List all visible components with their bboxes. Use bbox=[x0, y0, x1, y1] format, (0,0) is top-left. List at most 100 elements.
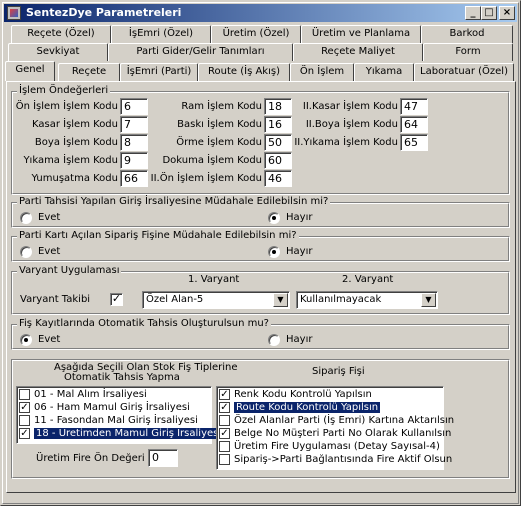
parti-tahsisi-evet-radio[interactable] bbox=[20, 212, 32, 224]
yumusatma-kodu-label: Yumuşatma Kodu bbox=[31, 173, 118, 184]
minimize-button[interactable]: _ bbox=[465, 6, 481, 20]
siparis-fisi-item-checkbox[interactable]: ✓ bbox=[219, 389, 230, 400]
tab-on-islem[interactable]: Ön İşlem bbox=[290, 63, 354, 81]
tab-genel[interactable]: Genel bbox=[5, 61, 55, 81]
tab-recete-maliyet[interactable]: Reçete Maliyet bbox=[293, 43, 423, 61]
siparis-fisi-item-checkbox[interactable] bbox=[219, 441, 230, 452]
tab-sevkiyat[interactable]: Sevkiyat bbox=[8, 43, 108, 61]
genel-panel: İşlem Öndeğerleri Ön İşlem İşlem Kodu 6 … bbox=[6, 81, 516, 493]
tab-route[interactable]: Route (İş Akış) bbox=[198, 63, 290, 81]
siparis-fisi-item-checkbox[interactable] bbox=[219, 454, 230, 465]
dokuma-kodu-label: Dokuma İşlem Kodu bbox=[162, 155, 262, 166]
ii-on-islem-kodu-field[interactable]: 46 bbox=[264, 170, 292, 187]
tab-parti-gider[interactable]: Parti Gider/Gelir Tanımları bbox=[108, 43, 293, 61]
on-islem-kodu-field[interactable]: 6 bbox=[120, 98, 148, 115]
chevron-down-icon[interactable]: ▼ bbox=[421, 293, 436, 307]
siparis-fisi-item-label: Belge No Müşteri Parti No Olarak Kullanı… bbox=[234, 428, 452, 439]
tab-uretim-planlama[interactable]: Üretim ve Planlama bbox=[301, 25, 421, 43]
fis-kayit-evet-label[interactable]: Evet bbox=[38, 334, 60, 345]
tab-isemri-ozel[interactable]: İşEmri (Özel) bbox=[111, 25, 211, 43]
varyant-title: Varyant Uygulaması bbox=[17, 265, 122, 276]
varyant1-value: Özel Alan-5 bbox=[146, 294, 204, 305]
parameters-window: SentezDye Parametreleri _ □ × Reçete (Öz… bbox=[0, 0, 521, 506]
ii-on-islem-kodu-label: II.Ön İşlem İşlem Kodu bbox=[150, 173, 262, 184]
tab-recete[interactable]: Reçete bbox=[58, 63, 120, 81]
tab-yikama[interactable]: Yıkama bbox=[354, 63, 414, 81]
ii-boya-kodu-label: II.Boya İşlem Kodu bbox=[305, 119, 398, 130]
window-title: SentezDye Parametreleri bbox=[26, 6, 182, 19]
dokuma-kodu-field[interactable]: 60 bbox=[264, 152, 292, 169]
parti-karti-evet-radio[interactable] bbox=[20, 246, 32, 258]
varyant1-select[interactable]: Özel Alan-5 ▼ bbox=[142, 291, 290, 309]
uretim-fire-field[interactable]: 0 bbox=[148, 449, 178, 467]
boya-kodu-field[interactable]: 8 bbox=[120, 134, 148, 151]
varyant2-value: Kullanılmayacak bbox=[300, 294, 382, 305]
parti-tahsisi-group: Parti Tahsisi Yapılan Giriş İrsaliyesine… bbox=[11, 196, 510, 228]
ii-kasar-kodu-field[interactable]: 47 bbox=[400, 98, 428, 115]
siparis-fisi-item-checkbox[interactable]: ✓ bbox=[219, 428, 230, 439]
siparis-fisi-item-label: Özel Alanlar Parti (İş Emri) Kartına Akt… bbox=[234, 415, 455, 426]
siparis-fisi-item-checkbox[interactable] bbox=[219, 415, 230, 426]
islem-ondegerleri-group: İşlem Öndeğerleri Ön İşlem İşlem Kodu 6 … bbox=[11, 85, 510, 195]
app-icon bbox=[7, 6, 21, 20]
tab-form[interactable]: Form bbox=[423, 43, 513, 61]
kasar-kodu-field[interactable]: 7 bbox=[120, 116, 148, 133]
stok-fis-item-checkbox[interactable]: ✓ bbox=[19, 402, 30, 413]
parti-tahsisi-evet-label[interactable]: Evet bbox=[38, 212, 60, 223]
siparis-fisi-item-label: Renk Kodu Kontrolü Yapılsın bbox=[234, 389, 372, 400]
stok-fis-title-line2: Otomatik Tahsis Yapma bbox=[64, 372, 180, 383]
fis-kayit-hayir-radio[interactable] bbox=[268, 334, 280, 346]
tab-laboratuar[interactable]: Laboratuar (Özel) bbox=[414, 63, 514, 81]
tab-barkod[interactable]: Barkod bbox=[421, 25, 513, 43]
kasar-kodu-label: Kasar İşlem Kodu bbox=[31, 119, 118, 130]
varyant1-header: 1. Varyant bbox=[188, 274, 240, 285]
ii-kasar-kodu-label: II.Kasar İşlem Kodu bbox=[302, 101, 398, 112]
parti-karti-evet-label[interactable]: Evet bbox=[38, 246, 60, 257]
tab-recete-ozel[interactable]: Reçete (Özel) bbox=[11, 25, 111, 43]
siparis-fisi-item-label: Route Kodu Kontrolü Yapılsın bbox=[234, 402, 381, 413]
varyant2-select[interactable]: Kullanılmayacak ▼ bbox=[296, 291, 438, 309]
baski-kodu-field[interactable]: 16 bbox=[264, 116, 292, 133]
stok-fis-item-checkbox[interactable] bbox=[19, 415, 30, 426]
siparis-fisi-list[interactable]: ✓ Renk Kodu Kontrolü Yapılsın ✓ Route Ko… bbox=[216, 386, 454, 470]
maximize-button[interactable]: □ bbox=[481, 6, 497, 20]
siparis-fisi-title: Sipariş Fişi bbox=[312, 366, 365, 377]
varyant-group: Varyant Uygulaması 1. Varyant 2. Varyant… bbox=[11, 265, 510, 315]
ii-yikama-kodu-label: II.Yıkama İşlem Kodu bbox=[294, 137, 398, 148]
boya-kodu-label: Boya İşlem Kodu bbox=[34, 137, 118, 148]
varyant-takibi-checkbox[interactable]: ✓ bbox=[110, 293, 123, 306]
yumusatma-kodu-field[interactable]: 66 bbox=[120, 170, 148, 187]
siparis-fisi-item-checkbox[interactable]: ✓ bbox=[219, 402, 230, 413]
tab-isemri-parti[interactable]: İşEmri (Parti) bbox=[120, 63, 198, 81]
ii-yikama-kodu-field[interactable]: 65 bbox=[400, 134, 428, 151]
yikama-kodu-label: Yıkama İşlem Kodu bbox=[23, 155, 118, 166]
parti-tahsisi-hayir-label[interactable]: Hayır bbox=[286, 212, 312, 223]
orme-kodu-field[interactable]: 50 bbox=[264, 134, 292, 151]
parti-karti-hayir-label[interactable]: Hayır bbox=[286, 246, 312, 257]
stok-fis-item-label: 18 - Üretimden Mamul Giriş İrsaliyesi bbox=[34, 428, 224, 439]
fis-kayit-evet-radio[interactable] bbox=[20, 334, 32, 346]
fis-kayit-hayir-label[interactable]: Hayır bbox=[286, 334, 312, 345]
siparis-fisi-item-label: Sipariş->Parti Bağlantısında Fire Aktif … bbox=[234, 454, 453, 465]
ram-kodu-field[interactable]: 18 bbox=[264, 98, 292, 115]
fis-kayit-title: Fiş Kayıtlarında Otomatik Tahsis Oluştur… bbox=[17, 318, 271, 329]
chevron-down-icon[interactable]: ▼ bbox=[273, 293, 288, 307]
ii-boya-kodu-field[interactable]: 64 bbox=[400, 116, 428, 133]
fis-kayit-group: Fiş Kayıtlarında Otomatik Tahsis Oluştur… bbox=[11, 318, 510, 350]
title-bar[interactable]: SentezDye Parametreleri _ □ × bbox=[4, 4, 517, 22]
islem-ondegerleri-title: İşlem Öndeğerleri bbox=[17, 85, 111, 96]
stok-fis-item-checkbox[interactable]: ✓ bbox=[19, 428, 30, 439]
tahsis-group: Aşağıda Seçili Olan Stok Fiş Tiplerine O… bbox=[11, 359, 510, 479]
stok-fis-list[interactable]: 01 - Mal Alım İrsaliyesi ✓ 06 - Ham Mamu… bbox=[16, 386, 224, 444]
siparis-fisi-item-label: Üretim Fire Uygulaması (Detay Sayısal-4) bbox=[234, 441, 440, 452]
yikama-kodu-field[interactable]: 9 bbox=[120, 152, 148, 169]
stok-fis-item-checkbox[interactable] bbox=[19, 389, 30, 400]
parti-karti-group: Parti Kartı Açılan Sipariş Fişine Müdaha… bbox=[11, 230, 510, 262]
tab-uretim-ozel[interactable]: Üretim (Özel) bbox=[211, 25, 301, 43]
close-button[interactable]: × bbox=[499, 6, 515, 20]
parti-tahsisi-hayir-radio[interactable] bbox=[268, 212, 280, 224]
parti-tahsisi-title: Parti Tahsisi Yapılan Giriş İrsaliyesine… bbox=[17, 196, 331, 207]
varyant2-header: 2. Varyant bbox=[342, 274, 394, 285]
stok-fis-item-label: 01 - Mal Alım İrsaliyesi bbox=[34, 389, 147, 400]
parti-karti-hayir-radio[interactable] bbox=[268, 246, 280, 258]
